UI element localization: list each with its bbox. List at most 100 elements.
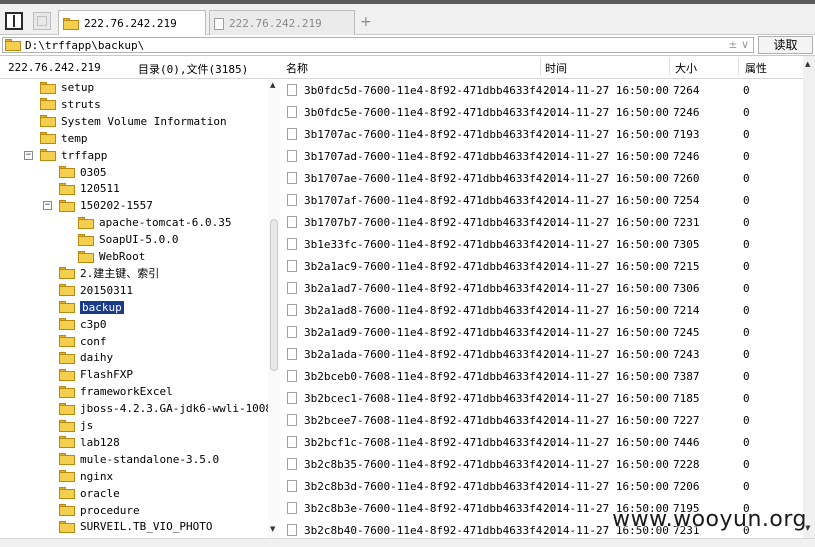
tree-item[interactable]: 120511: [59, 180, 120, 197]
tree-item[interactable]: WebRoot: [78, 248, 145, 265]
tree-item[interactable]: procedure: [59, 502, 140, 519]
tree-item[interactable]: 0305: [59, 164, 107, 181]
file-size: 7254: [673, 194, 700, 207]
file-row[interactable]: 3b2bcec1-7608-11e4-8f92-471dbb4633f4... 2…: [280, 387, 803, 409]
tree-item[interactable]: SoapUI-5.0.0: [78, 231, 178, 248]
tree-item[interactable]: backup: [59, 299, 124, 316]
tree-item[interactable]: setup: [40, 79, 94, 96]
collapse-icon[interactable]: −: [24, 150, 33, 160]
file-row[interactable]: 3b1707b7-7600-11e4-8f92-471dbb4633f4... 2…: [280, 211, 803, 233]
column-header-name[interactable]: 名称: [286, 60, 308, 76]
collapse-icon[interactable]: −: [43, 201, 52, 211]
tree-item[interactable]: SURVEIL.TB_VIO_PHOTO: [59, 518, 212, 535]
tree-item[interactable]: − 150202-1557: [43, 197, 153, 214]
column-divider[interactable]: [540, 58, 541, 76]
file-row[interactable]: 3b2bcee7-7608-11e4-8f92-471dbb4633f4... 2…: [280, 409, 803, 431]
file-name: 3b1707ae-7600-11e4-8f92-471dbb4633f4...: [304, 172, 563, 185]
file-time: 2014-11-27 16:50:00: [543, 458, 669, 471]
folder-icon: [59, 284, 75, 297]
path-input[interactable]: D:\trffapp\backup\ ± ∨: [2, 37, 754, 53]
tree-item[interactable]: nginx: [59, 468, 113, 485]
tab-label: 222.76.242.219: [84, 17, 177, 30]
panel-toggle-button[interactable]: [5, 12, 23, 30]
tree-item[interactable]: c3p0: [59, 316, 107, 333]
scroll-up-arrow-icon[interactable]: ▲: [270, 81, 275, 89]
column-divider[interactable]: [738, 58, 739, 76]
tree-item[interactable]: lab128: [59, 434, 120, 451]
tree-item[interactable]: − trffapp: [24, 147, 107, 164]
path-dropdown-controls[interactable]: ± ∨: [728, 38, 749, 51]
tree-item-label: SoapUI-5.0.0: [99, 233, 179, 247]
tree-scrollbar[interactable]: ▲ ▼: [268, 79, 280, 538]
file-size: 7231: [673, 216, 700, 229]
tree-item[interactable]: struts: [40, 96, 101, 113]
tree-scroll-thumb[interactable]: [270, 219, 278, 371]
file-time: 2014-11-27 16:50:00: [543, 84, 669, 97]
tree-item[interactable]: apache-tomcat-6.0.35: [78, 214, 231, 231]
file-row[interactable]: 3b2bceb0-7608-11e4-8f92-471dbb4633f4... 2…: [280, 365, 803, 387]
file-icon: [287, 392, 297, 404]
file-row[interactable]: 3b1707ac-7600-11e4-8f92-471dbb4633f4... 2…: [280, 123, 803, 145]
file-list: 3b0fdc5d-7600-11e4-8f92-471dbb4633f4... 2…: [280, 79, 803, 538]
tree-item-label: lab128: [80, 435, 120, 449]
file-row[interactable]: 3b0fdc5d-7600-11e4-8f92-471dbb4633f4... 2…: [280, 79, 803, 101]
disabled-tool-button[interactable]: [33, 12, 51, 30]
scroll-up-arrow-icon[interactable]: ▲: [805, 60, 810, 68]
file-row[interactable]: 3b0fdc5e-7600-11e4-8f92-471dbb4633f4... 2…: [280, 101, 803, 123]
read-button[interactable]: 读取: [758, 36, 813, 54]
new-tab-plus-icon[interactable]: +: [360, 14, 372, 30]
file-name: 3b2a1ada-7600-11e4-8f92-471dbb4633f4...: [304, 348, 563, 361]
file-row[interactable]: 3b2c8b3d-7600-11e4-8f92-471dbb4633f4... 2…: [280, 475, 803, 497]
column-header-time[interactable]: 时间: [545, 60, 567, 76]
folder-icon: [59, 419, 75, 432]
file-time: 2014-11-27 16:50:00: [543, 414, 669, 427]
tree-item[interactable]: System Volume Information: [40, 113, 227, 130]
file-row[interactable]: 3b2a1ad9-7600-11e4-8f92-471dbb4633f4... 2…: [280, 321, 803, 343]
file-attr: 0: [743, 128, 750, 141]
file-time: 2014-11-27 16:50:00: [543, 348, 669, 361]
column-header-attr[interactable]: 属性: [745, 60, 767, 76]
file-attr: 0: [743, 282, 750, 295]
file-row[interactable]: 3b2a1ad8-7600-11e4-8f92-471dbb4633f4... 2…: [280, 299, 803, 321]
list-scrollbar[interactable]: ▲ ▼: [803, 56, 815, 538]
folder-icon: [59, 301, 75, 314]
tree-item[interactable]: temp: [40, 130, 88, 147]
file-row[interactable]: 3b1707af-7600-11e4-8f92-471dbb4633f4... 2…: [280, 189, 803, 211]
file-row[interactable]: 3b2a1ad7-7600-11e4-8f92-471dbb4633f4... 2…: [280, 277, 803, 299]
tab-inactive[interactable]: 222.76.242.219: [209, 10, 355, 36]
folder-icon: [59, 487, 75, 500]
tree-item[interactable]: conf: [59, 333, 107, 350]
tree-item[interactable]: jboss-4.2.3.GA-jdk6-wwli-10080: [59, 400, 268, 417]
tree-item[interactable]: js: [59, 417, 93, 434]
folder-icon: [59, 385, 75, 398]
tree-item[interactable]: 2.建主键、索引: [59, 265, 159, 282]
file-name: 3b2a1ac9-7600-11e4-8f92-471dbb4633f4...: [304, 260, 563, 273]
file-attr: 0: [743, 392, 750, 405]
host-label: 222.76.242.219: [8, 61, 101, 74]
tree-item[interactable]: daihy: [59, 349, 113, 366]
file-row[interactable]: 3b2bcf1c-7608-11e4-8f92-471dbb4633f4... 2…: [280, 431, 803, 453]
file-attr: 0: [743, 480, 750, 493]
tab-active[interactable]: 222.76.242.219: [58, 10, 206, 36]
tree-item[interactable]: 20150311: [59, 282, 133, 299]
file-row[interactable]: 3b2c8b35-7600-11e4-8f92-471dbb4633f4... 2…: [280, 453, 803, 475]
tree-item[interactable]: oracle: [59, 485, 120, 502]
file-size: 7246: [673, 150, 700, 163]
file-size: 7245: [673, 326, 700, 339]
file-name: 3b2bcf1c-7608-11e4-8f92-471dbb4633f4...: [304, 436, 563, 449]
file-row[interactable]: 3b1e33fc-7600-11e4-8f92-471dbb4633f4... 2…: [280, 233, 803, 255]
tree-item-label: FlashFXP: [80, 368, 133, 382]
file-row[interactable]: 3b1707ad-7600-11e4-8f92-471dbb4633f4... 2…: [280, 145, 803, 167]
tree-item[interactable]: mule-standalone-3.5.0: [59, 451, 219, 468]
file-row[interactable]: 3b2a1ada-7600-11e4-8f92-471dbb4633f4... 2…: [280, 343, 803, 365]
tree-item[interactable]: FlashFXP: [59, 366, 133, 383]
column-divider[interactable]: [669, 58, 670, 76]
folder-icon: [78, 216, 94, 229]
folder-icon: [59, 470, 75, 483]
file-row[interactable]: 3b1707ae-7600-11e4-8f92-471dbb4633f4... 2…: [280, 167, 803, 189]
tree-item[interactable]: frameworkExcel: [59, 383, 173, 400]
file-size: 7227: [673, 414, 700, 427]
column-header-size[interactable]: 大小: [675, 60, 697, 76]
file-row[interactable]: 3b2a1ac9-7600-11e4-8f92-471dbb4633f4... 2…: [280, 255, 803, 277]
scroll-down-arrow-icon[interactable]: ▼: [270, 525, 275, 533]
